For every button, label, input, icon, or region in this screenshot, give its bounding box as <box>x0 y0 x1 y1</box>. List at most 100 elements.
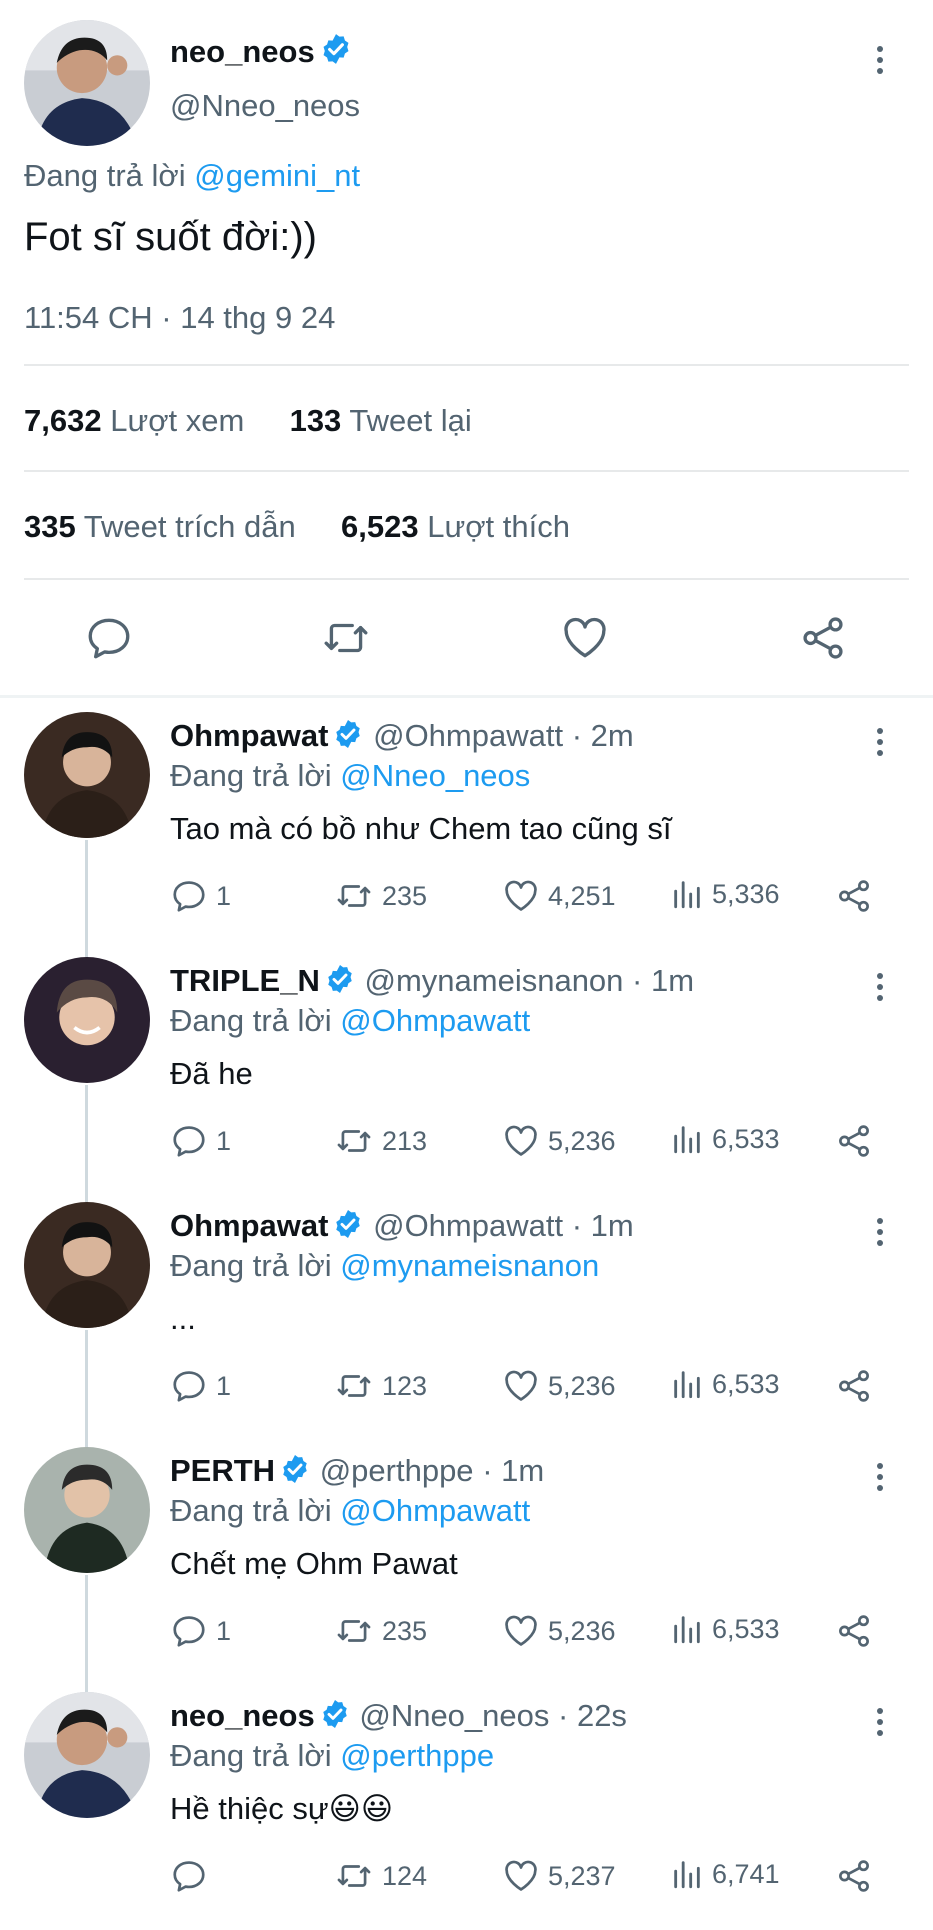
handle[interactable]: @mynameisnanon <box>364 963 623 998</box>
like-button[interactable]: 5,236 <box>502 1612 616 1650</box>
like-button[interactable]: 5,236 <box>502 1367 616 1405</box>
avatar[interactable] <box>24 20 150 146</box>
share-button[interactable] <box>835 1122 873 1160</box>
display-name[interactable]: PERTH <box>170 1453 275 1488</box>
share-button[interactable] <box>835 877 873 915</box>
handle[interactable]: @perthppe <box>320 1453 474 1488</box>
handle[interactable]: @Nneo_neos <box>170 88 360 124</box>
reply-to-link[interactable]: @gemini_nt <box>194 158 360 193</box>
share-button[interactable] <box>835 1367 873 1405</box>
reply-button[interactable]: 1 <box>170 877 231 915</box>
likes-stat[interactable]: 6,523 Lượt thích <box>341 509 570 544</box>
handle[interactable]: @Ohmpawatt <box>373 718 563 753</box>
avatar[interactable] <box>24 1202 150 1328</box>
reply-button[interactable] <box>84 613 134 668</box>
retweet-icon <box>337 885 371 907</box>
display-name[interactable]: Ohmpawat <box>170 1208 328 1243</box>
more-options-icon[interactable] <box>870 1212 890 1252</box>
relative-time[interactable]: · 22s <box>558 1698 627 1733</box>
share-button[interactable] <box>835 1857 873 1895</box>
share-icon <box>839 1860 869 1892</box>
retweet-icon <box>337 1865 371 1887</box>
views-button[interactable]: 5,336 <box>670 877 780 911</box>
reply-to-link[interactable]: @perthppe <box>340 1738 494 1773</box>
author-line: neo_neos <box>170 32 353 70</box>
reply-context: Đang trả lời @Nneo_neos <box>170 758 531 793</box>
retweet-button[interactable]: 213 <box>334 1122 427 1160</box>
retweet-button[interactable]: 235 <box>334 877 427 915</box>
more-options-icon[interactable] <box>870 1702 890 1742</box>
reply-button[interactable]: 1 <box>170 1122 231 1160</box>
reply-tweet[interactable]: TRIPLE_N @mynameisnanon · 1m Đang trả lờ… <box>0 955 933 1195</box>
display-name[interactable]: neo_neos <box>170 1698 315 1733</box>
reply-icon <box>173 1861 205 1892</box>
reply-to-link[interactable]: @Ohmpawatt <box>340 1003 530 1038</box>
like-count: 5,237 <box>548 1860 616 1891</box>
reply-to-link[interactable]: @mynameisnanon <box>340 1248 599 1283</box>
share-button[interactable] <box>798 613 848 668</box>
views-button[interactable]: 6,533 <box>670 1122 780 1156</box>
retweet-button[interactable] <box>320 613 372 668</box>
more-options-icon[interactable] <box>870 967 890 1007</box>
verified-badge-icon <box>328 965 352 993</box>
reply-tweet[interactable]: PERTH @perthppe · 1m Đang trả lời @Ohmpa… <box>0 1445 933 1685</box>
retweet-count: 235 <box>382 1615 428 1646</box>
reply-button[interactable] <box>170 1857 216 1895</box>
views-button[interactable]: 6,741 <box>670 1857 780 1891</box>
retweet-icon <box>337 1375 371 1397</box>
author-line: Ohmpawat @Ohmpawatt · 2m <box>170 718 634 754</box>
timestamp[interactable]: 11:54 CH · 14 thg 9 24 <box>24 300 335 336</box>
share-icon <box>803 617 843 659</box>
retweet-button[interactable]: 124 <box>334 1857 427 1895</box>
reply-context: Đang trả lời @Ohmpawatt <box>170 1493 531 1528</box>
retweets-stat[interactable]: 133 Tweet lại <box>290 403 472 438</box>
reply-tweet[interactable]: Ohmpawat @Ohmpawatt · 1m Đang trả lời @m… <box>0 1200 933 1440</box>
avatar[interactable] <box>24 1447 150 1573</box>
display-name[interactable]: TRIPLE_N <box>170 963 320 998</box>
avatar[interactable] <box>24 957 150 1083</box>
view-count: 6,533 <box>712 1368 780 1399</box>
tweet-text: Tao mà có bồ như Chem tao cũng sĩ <box>170 811 672 846</box>
reply-tweet[interactable]: neo_neos @Nneo_neos · 22s Đang trả lời @… <box>0 1690 933 1930</box>
handle[interactable]: @Ohmpawatt <box>373 1208 563 1243</box>
share-button[interactable] <box>835 1612 873 1650</box>
avatar[interactable] <box>24 712 150 838</box>
verified-badge-icon <box>322 1700 347 1728</box>
like-icon <box>505 1125 537 1156</box>
views-stat[interactable]: 7,632 Lượt xem <box>24 403 244 438</box>
relative-time[interactable]: · 1m <box>632 963 694 998</box>
divider <box>24 364 909 366</box>
like-button[interactable]: 5,236 <box>502 1122 616 1160</box>
more-options-icon[interactable] <box>870 722 890 762</box>
reply-tweet[interactable]: Ohmpawat @Ohmpawatt · 2m Đang trả lời @N… <box>0 710 933 950</box>
retweet-button[interactable]: 235 <box>334 1612 427 1650</box>
handle[interactable]: @Nneo_neos <box>359 1698 549 1733</box>
like-button[interactable]: 5,237 <box>502 1857 616 1895</box>
more-options-icon[interactable] <box>870 40 890 80</box>
retweet-count: 235 <box>382 880 428 911</box>
reply-to-link[interactable]: @Nneo_neos <box>340 758 530 793</box>
reply-to-link[interactable]: @Ohmpawatt <box>340 1493 530 1528</box>
like-button[interactable]: 4,251 <box>502 877 616 915</box>
relative-time[interactable]: · 1m <box>482 1453 544 1488</box>
relative-time[interactable]: · 1m <box>572 1208 634 1243</box>
more-options-icon[interactable] <box>870 1457 890 1497</box>
reply-button[interactable]: 1 <box>170 1612 231 1650</box>
reply-button[interactable]: 1 <box>170 1367 231 1405</box>
display-name[interactable]: Ohmpawat <box>170 718 328 753</box>
quotes-stat[interactable]: 335 Tweet trích dẫn <box>24 509 296 544</box>
view-count: 5,336 <box>712 878 780 909</box>
retweet-icon <box>324 623 368 653</box>
view-count: 6,741 <box>712 1858 780 1889</box>
relative-time[interactable]: · 2m <box>572 718 634 753</box>
verified-badge-icon <box>336 720 361 748</box>
retweet-button[interactable]: 123 <box>334 1367 427 1405</box>
like-button[interactable] <box>560 613 610 668</box>
display-name[interactable]: neo_neos <box>170 34 315 69</box>
avatar[interactable] <box>24 1692 150 1818</box>
views-button[interactable]: 6,533 <box>670 1612 780 1646</box>
author-line: Ohmpawat @Ohmpawatt · 1m <box>170 1208 634 1244</box>
share-icon <box>839 1125 869 1157</box>
views-button[interactable]: 6,533 <box>670 1367 780 1401</box>
tweet-text: Fot sĩ suốt đời:)) <box>24 215 317 259</box>
